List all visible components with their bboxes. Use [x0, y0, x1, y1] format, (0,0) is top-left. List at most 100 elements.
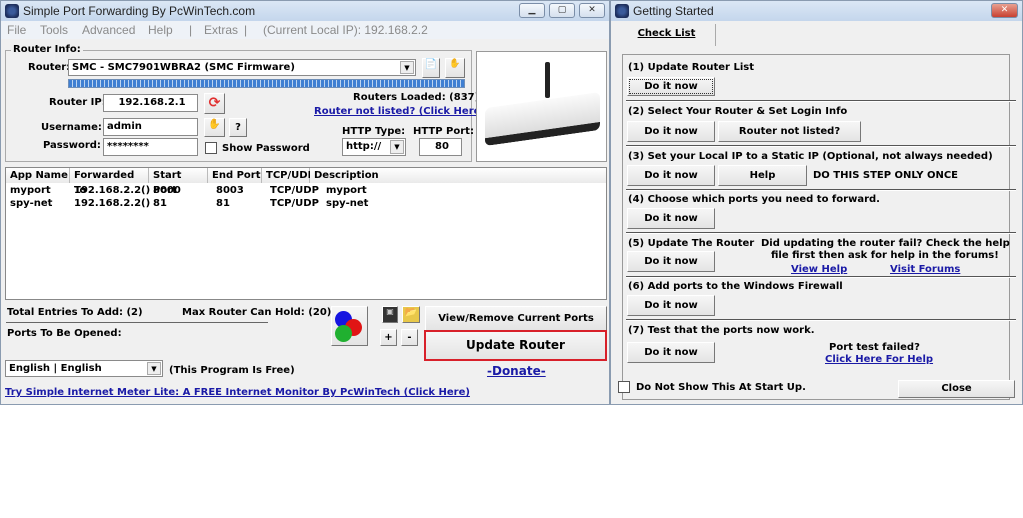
- dont-show-checkbox[interactable]: [618, 381, 630, 393]
- port-test-failed: Port test failed?: [829, 342, 920, 353]
- divider: [626, 232, 1016, 234]
- tab-label: Check List: [637, 28, 696, 39]
- open-folder-icon[interactable]: 📂: [402, 306, 420, 323]
- language-select[interactable]: English | English ▼: [5, 360, 163, 377]
- router-info-button[interactable]: 📄: [422, 58, 440, 78]
- table-row[interactable]: myport 192.168.2.2() 8000 8003 TCP/UDP m…: [6, 185, 606, 198]
- cell: 192.168.2.2(): [74, 198, 151, 209]
- minimize-button[interactable]: ▁: [519, 3, 545, 18]
- router-image: [476, 51, 607, 162]
- router-info-label: Router Info:: [11, 44, 83, 55]
- step6-do-it-now-button[interactable]: Do it now: [627, 295, 715, 316]
- http-type-select[interactable]: http:// ▼: [342, 138, 406, 156]
- save-icon[interactable]: ▣: [382, 306, 398, 323]
- divider: [626, 189, 1016, 191]
- remove-button[interactable]: -: [401, 329, 418, 346]
- step5-note-line1: Did updating the router fail? Check the …: [761, 238, 1010, 249]
- gs-close-button[interactable]: ✕: [991, 3, 1018, 18]
- port-test-help-link[interactable]: Click Here For Help: [825, 354, 933, 365]
- menu-tools[interactable]: Tools: [40, 23, 68, 37]
- router-ip-input[interactable]: 192.168.2.1: [103, 94, 198, 112]
- show-password-checkbox[interactable]: [205, 142, 217, 154]
- maximize-button[interactable]: ▢: [549, 3, 575, 18]
- cell: myport: [326, 185, 367, 196]
- donate-link[interactable]: -Donate-: [487, 364, 546, 378]
- http-port-input[interactable]: 80: [419, 138, 462, 156]
- gs-close-dialog-button[interactable]: Close: [898, 380, 1015, 398]
- step-label: (5) Update The Router: [628, 238, 755, 249]
- router-ip-label: Router IP:: [49, 97, 106, 108]
- menu-separator: |: [189, 23, 193, 37]
- tab-check-list[interactable]: Check List: [618, 24, 716, 46]
- router-not-listed-link[interactable]: Router not listed? (Click Here): [314, 106, 485, 117]
- menu-bar: File Tools Advanced Help | Extras | (Cur…: [1, 21, 609, 39]
- gs-title-bar[interactable]: Getting Started ✕: [611, 1, 1022, 21]
- help-button[interactable]: ?: [229, 118, 247, 137]
- step2-do-it-now-button[interactable]: Do it now: [627, 121, 715, 142]
- http-type-value: http://: [346, 141, 382, 152]
- color-circles-icon: [335, 325, 352, 342]
- step3-do-it-now-button[interactable]: Do it now: [627, 165, 715, 186]
- add-button[interactable]: +: [380, 329, 397, 346]
- app-icon: [5, 4, 19, 18]
- language-value: English | English: [9, 363, 102, 374]
- update-router-button[interactable]: Update Router: [424, 330, 607, 361]
- column-header[interactable]: Description: [310, 168, 606, 183]
- password-label: Password:: [43, 140, 101, 151]
- step4-do-it-now-button[interactable]: Do it now: [627, 208, 715, 229]
- current-local-ip: (Current Local IP): 192.168.2.2: [263, 23, 428, 37]
- column-header[interactable]: End Port: [208, 168, 262, 183]
- password-input[interactable]: ********: [103, 138, 198, 156]
- router-select[interactable]: SMC - SMC7901WBRA2 (SMC Firmware) ▼: [68, 59, 416, 76]
- step5-do-it-now-button[interactable]: Do it now: [627, 251, 715, 272]
- column-header[interactable]: TCP/UDP: [262, 168, 315, 183]
- static-ip-help-button[interactable]: Help: [718, 165, 807, 186]
- ports-to-be-opened: Ports To Be Opened:: [7, 328, 122, 339]
- router-select-value: SMC - SMC7901WBRA2 (SMC Firmware): [72, 62, 295, 73]
- step3-note: DO THIS STEP ONLY ONCE: [813, 170, 958, 181]
- visit-forums-link[interactable]: Visit Forums: [890, 264, 960, 275]
- program-free-label: (This Program Is Free): [169, 365, 295, 376]
- router-connect-button[interactable]: ✋: [445, 58, 465, 78]
- app-icon: [615, 4, 629, 18]
- divider: [6, 322, 268, 323]
- login-icon-button[interactable]: ✋: [204, 118, 225, 137]
- step7-do-it-now-button[interactable]: Do it now: [627, 342, 715, 363]
- menu-advanced[interactable]: Advanced: [82, 23, 135, 37]
- step1-do-it-now-button[interactable]: Do it now: [627, 77, 715, 96]
- view-remove-ports-button[interactable]: View/Remove Current Ports: [425, 306, 607, 331]
- chevron-down-icon: ▼: [147, 362, 161, 375]
- max-router-hold: Max Router Can Hold: (20): [182, 307, 332, 318]
- step-label: (3) Set your Local IP to a Static IP (Op…: [628, 151, 993, 162]
- cell: TCP/UDP: [270, 185, 319, 196]
- divider: [626, 319, 1016, 321]
- column-header[interactable]: Forwarded To: [70, 168, 149, 196]
- view-help-link[interactable]: View Help: [791, 264, 847, 275]
- cell: myport: [10, 185, 51, 196]
- menu-file[interactable]: File: [7, 23, 26, 37]
- menu-help[interactable]: Help: [148, 23, 173, 37]
- column-header[interactable]: App Name: [6, 168, 70, 183]
- total-entries: Total Entries To Add: (2): [7, 307, 143, 318]
- show-password-label: Show Password: [222, 143, 310, 154]
- main-title-bar[interactable]: Simple Port Forwarding By PcWinTech.com …: [1, 1, 609, 21]
- column-header[interactable]: Start Port: [149, 168, 208, 196]
- routers-loaded: Routers Loaded: (837): [353, 92, 480, 103]
- cell: 81: [153, 198, 167, 209]
- cell: TCP/UDP: [270, 198, 319, 209]
- ports-table[interactable]: App Name Forwarded To Start Port End Por…: [5, 167, 607, 300]
- close-button[interactable]: ✕: [579, 3, 605, 18]
- menu-separator: |: [244, 23, 248, 37]
- cell: 8000: [153, 185, 181, 196]
- username-input[interactable]: admin: [103, 118, 198, 136]
- internet-meter-link[interactable]: Try Simple Internet Meter Lite: A FREE I…: [5, 387, 470, 398]
- refresh-icon[interactable]: ⟳: [204, 93, 225, 114]
- menu-extras[interactable]: Extras: [204, 23, 238, 37]
- color-theme-button[interactable]: [331, 306, 368, 346]
- table-row[interactable]: spy-net 192.168.2.2() 81 81 TCP/UDP spy-…: [6, 198, 606, 211]
- main-window: Simple Port Forwarding By PcWinTech.com …: [0, 0, 610, 405]
- username-label: Username:: [41, 122, 102, 133]
- http-type-label: HTTP Type:: [342, 126, 406, 137]
- cell: 8003: [216, 185, 244, 196]
- router-not-listed-button[interactable]: Router not listed?: [718, 121, 861, 142]
